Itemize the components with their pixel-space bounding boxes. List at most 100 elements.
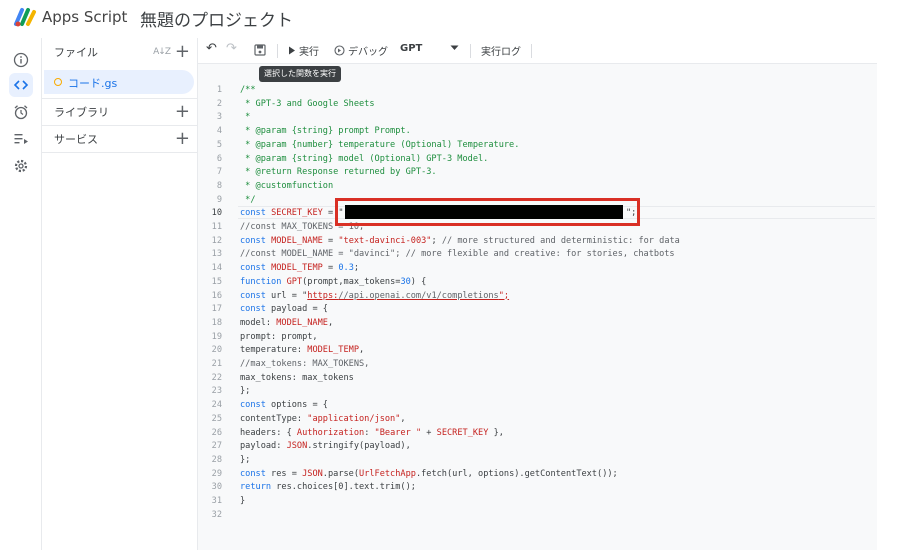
triggers-button[interactable] [9,100,33,124]
code-line[interactable]: 7 * @return Response returned by GPT-3. [198,166,877,180]
executions-icon [14,134,28,144]
code-line[interactable]: 29 const res = JSON.parse(UrlFetchApp.fet… [198,468,877,482]
code-line[interactable]: 20 temperature: MODEL_TEMP, [198,344,877,358]
line-number: 32 [211,509,222,520]
code-text: const MODEL_TEMP = 0.3; [240,263,360,274]
line-number: 10 [211,208,222,219]
libraries-row[interactable]: ライブラリ + [42,98,198,126]
editor-button[interactable] [9,73,33,97]
save-button[interactable] [254,44,266,56]
code-text: contentType: "application/json", [240,413,406,424]
code-text: headers: { Authorization: "Bearer " + SE… [240,427,504,438]
settings-button[interactable] [9,154,33,178]
code-text: * @customfunction [240,180,334,191]
divider [42,152,198,153]
files-header: ファイル A↓Z + [42,38,198,66]
debug-icon [334,45,345,56]
add-library-button[interactable]: + [175,103,190,121]
run-tooltip: 選択した関数を実行 [259,66,341,82]
code-text: const payload = { [240,304,328,315]
code-line[interactable]: 18 model: MODEL_NAME, [198,317,877,331]
code-text: const res = JSON.parse(UrlFetchApp.fetch… [240,468,618,479]
undo-button[interactable]: ↶ [206,41,217,56]
line-number: 21 [211,359,222,369]
executions-button[interactable] [9,127,33,151]
function-dropdown-button[interactable] [450,45,459,51]
code-editor[interactable]: 1/** 2 * GPT-3 and Google Sheets 3 * 4 * @p… [198,64,877,550]
line-number: 13 [211,249,222,260]
code-line[interactable]: 13 //const MODEL_NAME = "davinci"; // mor… [198,248,877,262]
file-sidebar: ファイル A↓Z + コード.gs ライブラリ + サービス + [42,38,198,550]
code-text: //const MODEL_NAME = "davinci"; // more … [240,249,675,260]
code-text: * [240,112,251,123]
unsaved-dot-icon [54,78,62,86]
code-text: * @param {string} prompt Prompt. [240,126,411,137]
overview-button[interactable] [9,48,33,72]
sort-button[interactable]: A↓Z [153,47,171,57]
code-line[interactable]: 8 * @customfunction [198,180,877,194]
code-line[interactable]: 2 * GPT-3 and Google Sheets [198,98,877,112]
file-name: コード.gs [68,77,118,90]
info-icon [13,52,29,68]
code-text: return res.choices[0].text.trim(); [240,482,416,493]
code-line[interactable]: 32 [198,509,877,523]
run-button[interactable]: 実行 [288,43,319,58]
save-icon [254,44,266,56]
line-number: 29 [211,468,222,479]
services-label: サービス [54,133,98,146]
code-line[interactable]: 15 function GPT(prompt,max_tokens=30) { [198,276,877,290]
file-item-code-gs[interactable]: コード.gs [44,70,194,94]
redo-button[interactable]: ↷ [226,41,237,56]
code-line[interactable]: 19 prompt: prompt, [198,331,877,345]
code-line[interactable]: 31} [198,495,877,509]
apps-script-logo-icon[interactable] [12,6,40,28]
execution-log-button[interactable]: 実行ログ [481,43,521,58]
code-line[interactable]: 25 contentType: "application/json", [198,413,877,427]
code-text: const SECRET_KEY = " [240,208,344,219]
line-number: 30 [211,482,222,493]
code-text: * @param {number} temperature (Optional)… [240,139,520,150]
code-line[interactable]: 24 const options = { [198,399,877,413]
services-row[interactable]: サービス + [42,125,198,153]
line-number: 26 [211,427,222,438]
project-title[interactable]: 無題のプロジェクト [140,6,293,31]
code-line[interactable]: 22 max_tokens: max_tokens [198,372,877,386]
code-line[interactable]: 12 const MODEL_NAME = "text-davinci-003";… [198,235,877,249]
code-line[interactable]: 6 * @param {string} model (Optional) GPT… [198,153,877,167]
line-number: 20 [211,345,222,356]
line-number: 24 [211,400,222,411]
add-service-button[interactable]: + [175,130,190,148]
code-line[interactable]: 3 * [198,111,877,125]
line-number: 6 [216,153,222,164]
code-line[interactable]: 27 payload: JSON.stringify(payload), [198,440,877,454]
debug-button[interactable]: デバッグ [334,43,388,58]
code-text: /** [240,85,256,95]
line-number: 8 [216,180,222,191]
line-number: 22 [211,372,222,383]
code-line[interactable]: 30 return res.choices[0].text.trim(); [198,481,877,495]
code-line[interactable]: 26 headers: { Authorization: "Bearer " + … [198,427,877,441]
code-line[interactable]: 5 * @param {number} temperature (Optiona… [198,139,877,153]
code-text: */ [240,194,256,205]
line-number: 16 [211,290,222,301]
code-line[interactable]: 1 /** [198,84,877,98]
function-select[interactable]: GPT [400,43,422,54]
code-line[interactable]: 28}; [198,454,877,468]
code-line[interactable]: 4 * @param {string} prompt Prompt. [198,125,877,139]
code-line[interactable]: 21 //max_tokens: MAX_TOKENS, [198,358,877,372]
add-file-button[interactable]: + [175,43,190,61]
code-line[interactable]: 14 const MODEL_TEMP = 0.3; [198,262,877,276]
redo-icon: ↷ [226,41,237,56]
line-number: 27 [211,441,222,452]
line-number: 25 [211,413,222,424]
undo-icon: ↶ [206,41,217,56]
line-number: 3 [216,112,222,123]
code-line[interactable]: 23}; [198,385,877,399]
toolbar-separator [277,44,278,58]
code-line[interactable]: 16 const url = "https://api.openai.com/v1… [198,290,877,304]
app-name[interactable]: Apps Script [42,8,127,26]
code-line[interactable]: 17 const payload = { [198,303,877,317]
code-text: max_tokens: max_tokens [240,372,354,383]
code-text: //max_tokens: MAX_TOKENS, [240,359,370,369]
settings-icon [14,159,28,173]
